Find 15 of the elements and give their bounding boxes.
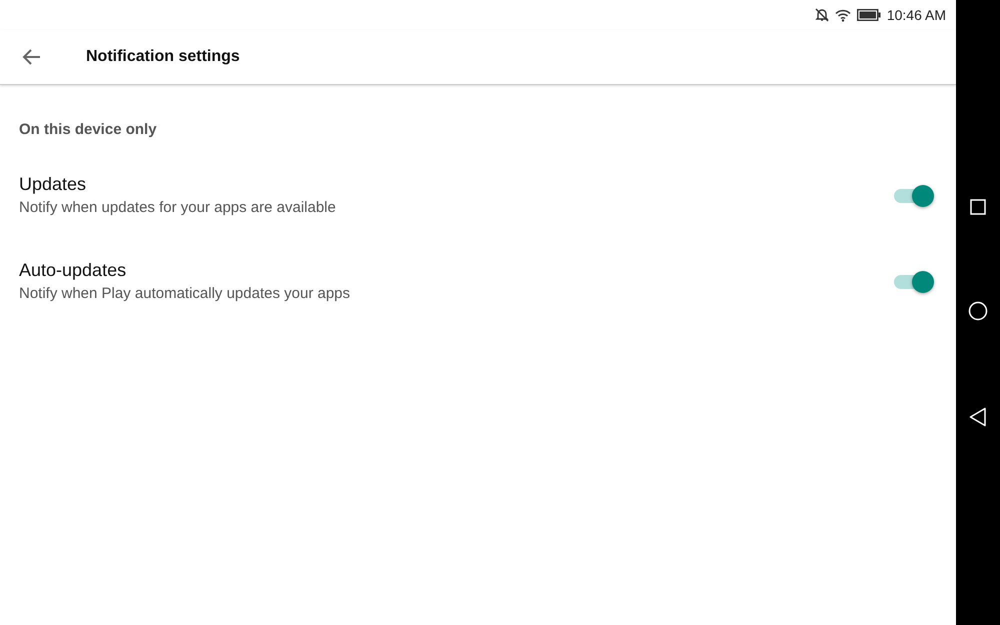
recents-icon[interactable] bbox=[970, 198, 986, 214]
setting-title: Auto-updates bbox=[19, 258, 128, 282]
toggle-switch[interactable] bbox=[894, 270, 934, 292]
setting-description: Notify when Play automatically updates your apps bbox=[19, 284, 350, 304]
mute-icon bbox=[814, 8, 829, 22]
home-icon[interactable] bbox=[968, 300, 988, 320]
toggle-switch[interactable] bbox=[894, 184, 934, 206]
wifi-icon bbox=[834, 8, 851, 22]
back-icon[interactable] bbox=[969, 406, 987, 426]
battery-icon bbox=[856, 9, 881, 21]
setting-title: Updates bbox=[19, 172, 88, 196]
setting-description: Notify when updates for your apps are available bbox=[19, 198, 336, 218]
page-title: Notification settings bbox=[86, 47, 240, 67]
clock-time: 10:46 AM bbox=[886, 6, 946, 24]
section-header: On this device only bbox=[19, 120, 158, 140]
